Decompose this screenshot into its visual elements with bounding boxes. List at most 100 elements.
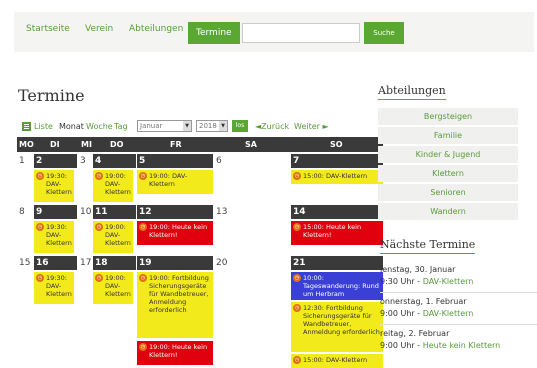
event-text: 15:00: Heute kein Klettern!	[303, 223, 362, 239]
nav-abteilungen[interactable]: Abteilungen	[129, 24, 183, 34]
event-text: 19:00: Fortbildung Sicherungsgeräte für …	[149, 274, 209, 314]
next-event-date: onnerstag, 1. Februar	[380, 296, 537, 308]
calendar-event[interactable]: ◷ 19:00: Fortbildung Sicherungsgeräte für…	[137, 272, 213, 338]
nav-termine[interactable]: Termine	[188, 22, 240, 44]
day-number[interactable]: 1	[17, 154, 33, 168]
nav-verein[interactable]: Verein	[85, 24, 113, 34]
next-event: 9:00 Uhr - Heute kein Klettern	[380, 340, 537, 352]
search-input[interactable]	[242, 23, 360, 43]
clock-icon: ◷	[293, 274, 301, 282]
day-number[interactable]: 19	[137, 256, 213, 270]
chevron-down-icon: ▼	[183, 121, 191, 131]
weekday-so: SO	[330, 140, 343, 149]
clock-icon: ◷	[293, 172, 301, 180]
prev-month-link[interactable]: ◄Zurück	[255, 120, 289, 134]
day-number[interactable]: 18	[93, 256, 136, 270]
month-calendar: MO DI MI DO FR SA SO 1 2 3 4 5 6 7 ◷ 19:3…	[17, 137, 383, 368]
next-event: 9:00 Uhr - DAV-Klettern	[380, 308, 537, 320]
day-number[interactable]: 10	[78, 205, 92, 219]
event-text: 12:30: Fortbildung Sicherungsgeräte für …	[303, 304, 380, 336]
next-event-time: 9:00 Uhr -	[380, 309, 423, 318]
day-number[interactable]: 16	[34, 256, 77, 270]
calendar-event[interactable]: ◷ 19:00: DAV-Klettern	[93, 170, 133, 202]
top-nav: Startseite Verein Abteilungen Termine Su…	[14, 12, 534, 52]
event-text: 15:00: DAV-Klettern	[303, 172, 368, 180]
clock-icon: ◷	[139, 172, 147, 180]
weekday-do: DO	[110, 140, 124, 149]
day-number[interactable]: 4	[93, 154, 136, 168]
list-icon	[22, 120, 31, 136]
day-number[interactable]: 6	[214, 154, 290, 168]
next-month-link[interactable]: Weiter ►	[294, 120, 329, 134]
day-number[interactable]: 17	[78, 256, 92, 270]
calendar-event[interactable]: ◷ 15:00: DAV-Klettern	[291, 354, 383, 368]
next-events-heading: Nächste Termine	[380, 238, 476, 254]
clock-icon: ◷	[95, 223, 103, 231]
calendar-event[interactable]: ◷ 19:00: DAV-Klettern	[137, 170, 213, 194]
day-number[interactable]: 20	[214, 256, 290, 270]
view-month-link[interactable]: Monat	[59, 120, 84, 134]
dept-wandern[interactable]: Wandern	[378, 203, 518, 220]
event-text: 15:00: DAV-Klettern	[303, 356, 368, 364]
clock-icon: ◷	[36, 172, 44, 180]
calendar-event[interactable]: ◷ 19:00: Heute kein Klettern!	[137, 341, 213, 365]
event-text: 19:30: DAV-Klettern	[46, 223, 72, 247]
calendar-event[interactable]: ◷ 19:30: DAV-Klettern	[34, 221, 74, 253]
page-title: Termine	[18, 86, 85, 105]
day-number[interactable]: 21	[291, 256, 383, 270]
calendar-event[interactable]: ◷ 15:00: DAV-Klettern	[291, 170, 383, 184]
calendar-event[interactable]: ◷ 12:30: Fortbildung Sicherungsgeräte für…	[291, 302, 383, 352]
day-number[interactable]: 2	[34, 154, 77, 168]
day-number[interactable]: 3	[78, 154, 92, 168]
next-event-date: reitag, 2. Februar	[380, 328, 537, 340]
calendar-event[interactable]: ◷ 15:00: Heute kein Klettern!	[291, 221, 383, 245]
view-week-link[interactable]: Woche	[86, 120, 113, 134]
calendar-event[interactable]: ◷ 19:00: DAV-Klettern	[93, 272, 133, 304]
event-text: 10:00: Tageswanderung: Rund um Herbram	[303, 274, 379, 298]
go-button[interactable]: los	[232, 120, 248, 132]
next-event-date-text: onnerstag, 1. Februar	[380, 297, 467, 306]
day-number[interactable]: 15	[17, 256, 33, 270]
clock-icon: ◷	[293, 356, 301, 364]
day-number[interactable]: 14	[291, 205, 383, 219]
event-text: 19:00: Heute kein Klettern!	[149, 223, 208, 239]
clock-icon: ◷	[139, 343, 147, 351]
calendar-event[interactable]: ◷ 19:00: Heute kein Klettern!	[137, 221, 213, 245]
dept-familie[interactable]: Familie	[378, 127, 518, 144]
next-event-link[interactable]: DAV-Klettern	[423, 309, 474, 318]
dept-bergsteigen[interactable]: Bergsteigen	[378, 108, 518, 125]
next-event-time: 9:00 Uhr -	[380, 341, 423, 350]
next-event-link[interactable]: Heute kein Klettern	[423, 341, 501, 350]
day-number[interactable]: 8	[17, 205, 33, 219]
calendar-event[interactable]: ◷ 19:00: DAV-Klettern	[93, 221, 133, 253]
next-event-date-text: ienstag, 30. Januar	[380, 265, 456, 274]
day-number[interactable]: 7	[291, 154, 383, 168]
event-text: 19:00: DAV-Klettern	[105, 274, 131, 298]
calendar-event[interactable]: ◷ 19:30: DAV-Klettern	[34, 170, 74, 202]
weekday-mo: MO	[19, 140, 34, 149]
day-number[interactable]: 11	[93, 205, 136, 219]
clock-icon: ◷	[95, 274, 103, 282]
view-day-link[interactable]: Tag	[114, 120, 128, 134]
clock-icon: ◷	[139, 223, 147, 231]
day-number[interactable]: 13	[214, 205, 290, 219]
dept-klettern[interactable]: Klettern	[378, 165, 518, 182]
year-select[interactable]: 2018 ▼	[196, 120, 228, 132]
view-list-link[interactable]: Liste	[34, 120, 53, 134]
day-number[interactable]: 9	[34, 205, 77, 219]
dept-senioren[interactable]: Senioren	[378, 184, 518, 201]
chevron-down-icon: ▼	[219, 121, 227, 131]
day-number[interactable]: 12	[137, 205, 213, 219]
search-button[interactable]: Suche	[364, 22, 404, 44]
next-event-link[interactable]: DAV-Klettern	[423, 277, 474, 286]
departments-heading[interactable]: Abteilungen	[378, 84, 446, 100]
day-number[interactable]: 5	[137, 154, 213, 168]
calendar-event[interactable]: ◷ 19:30: DAV-Klettern	[34, 272, 74, 304]
month-select[interactable]: Januar ▼	[137, 120, 192, 132]
weekday-fr: FR	[170, 140, 182, 149]
event-text: 19:00: DAV-Klettern	[105, 172, 131, 196]
nav-startseite[interactable]: Startseite	[26, 24, 70, 34]
event-text: 19:00: DAV-Klettern	[149, 172, 188, 188]
calendar-event[interactable]: ◷ 10:00: Tageswanderung: Rund um Herbram	[291, 272, 383, 300]
dept-kinder-jugend[interactable]: Kinder & Jugend	[378, 146, 518, 163]
